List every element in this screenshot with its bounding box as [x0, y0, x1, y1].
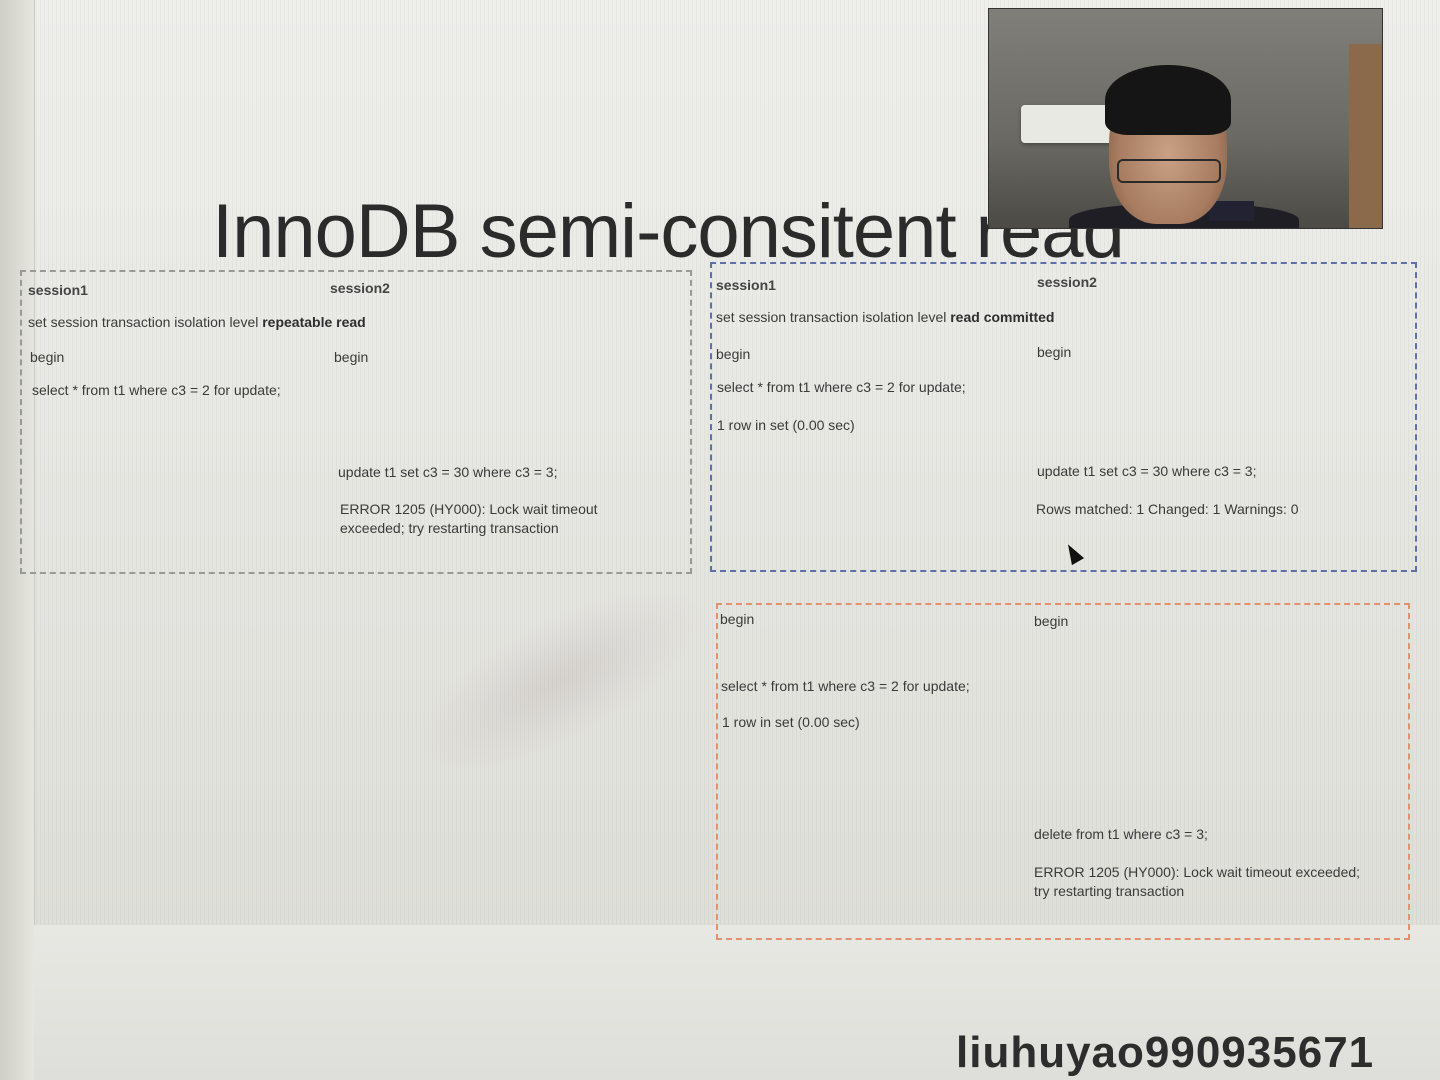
presenter-hair — [1105, 65, 1231, 135]
rr-isolation-statement: set session transaction isolation level … — [28, 314, 366, 330]
del-s1-select: select * from t1 where c3 = 2 for update… — [721, 678, 970, 694]
rc-s1-select: select * from t1 where c3 = 2 for update… — [717, 379, 966, 395]
rr-isolation-level: repeatable read — [262, 314, 366, 330]
rr-s2-error: ERROR 1205 (HY000): Lock wait timeout ex… — [340, 501, 598, 536]
rc-isolation-prefix: set session transaction isolation level — [716, 309, 951, 325]
rc-isolation-level: read committed — [950, 309, 1055, 325]
del-s2-error: ERROR 1205 (HY000): Lock wait timeout ex… — [1034, 864, 1361, 899]
rr-s1-begin: begin — [30, 349, 65, 365]
rr-s2-update: update t1 set c3 = 30 where c3 = 3; — [338, 464, 558, 480]
rr-s2-begin: begin — [334, 349, 369, 365]
del-s1-result: 1 row in set (0.00 sec) — [722, 714, 860, 730]
rr-isolation-prefix: set session transaction isolation level — [28, 314, 263, 330]
rr-session2-header: session2 — [330, 280, 390, 296]
door-graphic — [1349, 44, 1382, 228]
rc-s2-update: update t1 set c3 = 30 where c3 = 3; — [1037, 463, 1257, 479]
rc-s2-begin: begin — [1037, 344, 1072, 360]
rc-session2-header: session2 — [1037, 274, 1097, 290]
chair-graphic — [1209, 201, 1254, 221]
del-s2-delete: delete from t1 where c3 = 3; — [1034, 826, 1208, 842]
rc-session1-header: session1 — [716, 277, 776, 293]
rc-s1-begin: begin — [716, 346, 751, 362]
rc-isolation-statement: set session transaction isolation level … — [716, 309, 1054, 325]
rc-s1-result: 1 row in set (0.00 sec) — [717, 417, 855, 433]
del-s2-begin: begin — [1034, 613, 1069, 629]
del-s1-begin: begin — [720, 611, 755, 627]
rr-s1-select: select * from t1 where c3 = 2 for update… — [32, 382, 281, 398]
username-watermark: liuhuyao990935671 — [956, 1028, 1375, 1077]
rc-s2-result: Rows matched: 1 Changed: 1 Warnings: 0 — [1036, 501, 1299, 517]
webcam-overlay[interactable] — [988, 8, 1383, 229]
presenter-glasses-icon — [1117, 159, 1221, 183]
rr-session1-header: session1 — [28, 282, 88, 298]
